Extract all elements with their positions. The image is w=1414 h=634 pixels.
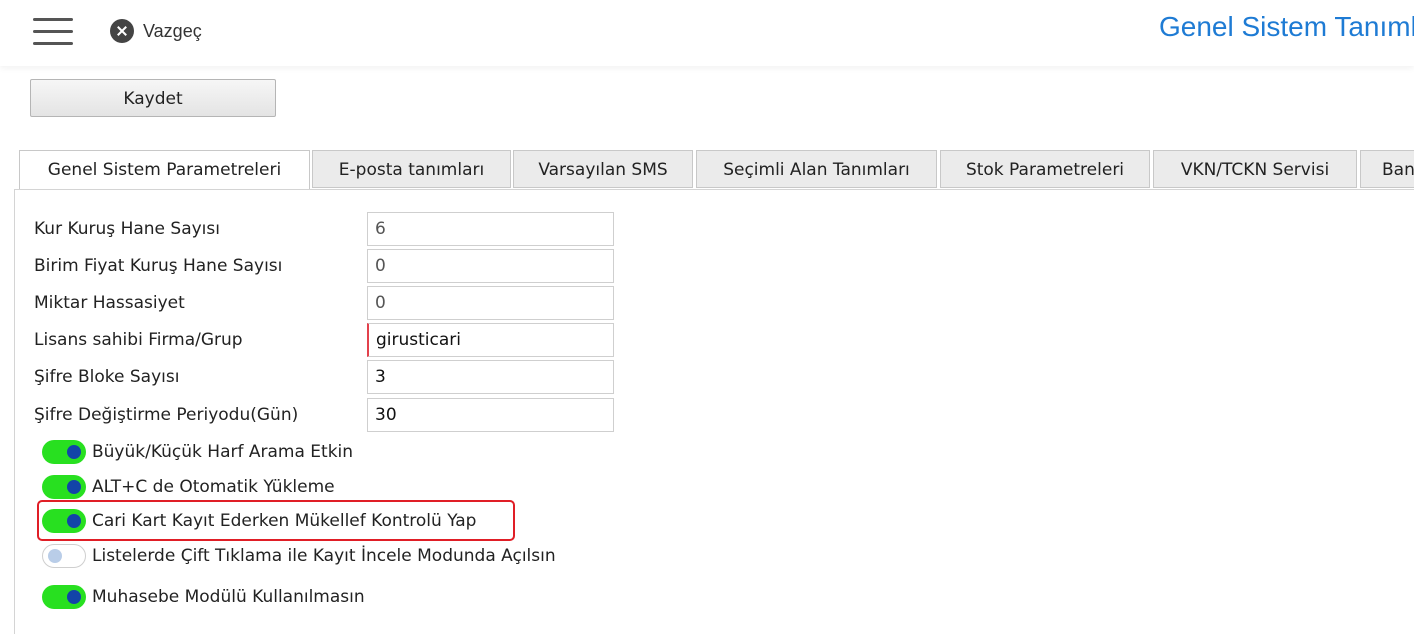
quantity-precision-input[interactable]: 0 [367,286,614,320]
close-circle-icon [110,19,134,43]
password-block-count-input[interactable]: 3 [367,360,614,394]
toggle-switch[interactable] [42,544,86,568]
page-title: Genel Sistem Tanımları [1159,11,1414,42]
top-bar: Vazgeç Genel Sistem Tanımları [0,0,1414,66]
tab-vkn-tckn-service[interactable]: VKN/TCKN Servisi [1153,150,1357,188]
toggle-switch[interactable] [42,475,86,499]
field-label-license-owner: Lisans sahibi Firma/Grup [34,330,243,350]
field-label-unit-price-decimals: Birim Fiyat Kuruş Hane Sayısı [34,256,283,276]
toggle-row-disable-accounting[interactable]: Muhasebe Modülü Kullanılmasın [42,584,365,610]
tab-selective-field-definitions[interactable]: Seçimli Alan Tanımları [696,150,937,188]
toggle-row-taxpayer-check[interactable]: Cari Kart Kayıt Ederken Mükellef Kontrol… [42,508,476,534]
unit-price-decimals-input[interactable]: 0 [367,249,614,283]
field-label-currency-decimals: Kur Kuruş Hane Sayısı [34,219,220,239]
tab-stock-parameters[interactable]: Stok Parametreleri [940,150,1150,188]
save-button[interactable]: Kaydet [30,79,276,117]
tab-bank[interactable]: Banka [1360,150,1414,188]
field-label-password-change-period: Şifre Değiştirme Periyodu(Gün) [34,405,299,425]
tab-default-sms[interactable]: Varsayılan SMS [513,150,693,188]
toggle-label: Büyük/Küçük Harf Arama Etkin [92,442,354,462]
toggle-switch[interactable] [42,509,86,533]
tab-email-definitions[interactable]: E-posta tanımları [312,150,511,188]
field-label-quantity-precision: Miktar Hassasiyet [34,293,185,313]
toggle-switch[interactable] [42,440,86,464]
toggle-label: Cari Kart Kayıt Ederken Mükellef Kontrol… [92,511,477,531]
toggle-row-double-click-review[interactable]: Listelerde Çift Tıklama ile Kayıt İncele… [42,543,556,569]
toggle-row-case-sensitive-search[interactable]: Büyük/Küçük Harf Arama Etkin [42,439,353,465]
password-change-period-input[interactable]: 30 [367,398,614,432]
toggle-switch[interactable] [42,585,86,609]
tab-general-parameters[interactable]: Genel Sistem Parametreleri [19,150,310,190]
hamburger-menu-icon[interactable] [33,17,73,47]
toggle-label: Muhasebe Modülü Kullanılmasın [92,587,365,607]
cancel-button[interactable]: Vazgeç [110,19,202,43]
license-owner-input[interactable]: girusticari [367,323,614,357]
tab-bar: Genel Sistem Parametreleri E-posta tanım… [19,150,1414,190]
toggle-label: ALT+C de Otomatik Yükleme [92,477,335,497]
toggle-label: Listelerde Çift Tıklama ile Kayıt İncele… [92,546,556,566]
toggle-row-alt-c-autoload[interactable]: ALT+C de Otomatik Yükleme [42,474,335,500]
currency-decimals-input[interactable]: 6 [367,212,614,246]
cancel-label: Vazgeç [143,20,202,41]
field-label-password-block-count: Şifre Bloke Sayısı [34,367,180,387]
